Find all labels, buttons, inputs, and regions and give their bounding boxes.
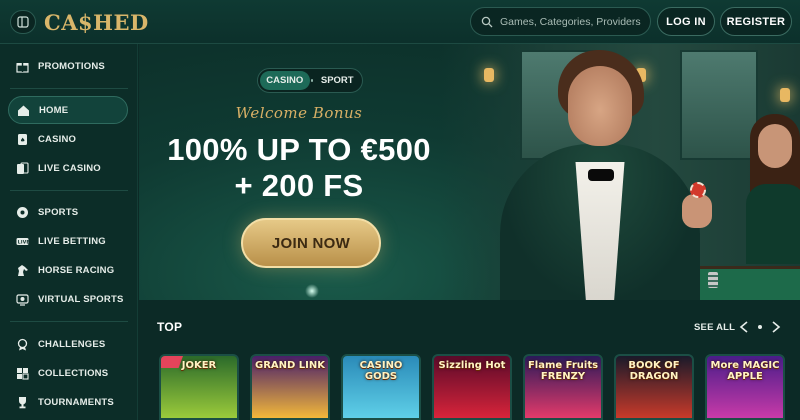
chevron-right-icon[interactable] xyxy=(768,320,782,334)
live-icon: LIVE xyxy=(16,235,29,248)
sidebar-item-label: SPORTS xyxy=(38,206,79,218)
sidebar-item-casino[interactable]: ♠ CASINO xyxy=(8,125,128,153)
sidebar-item-label: COLLECTIONS xyxy=(38,367,109,379)
sidebar-item-horse-racing[interactable]: HORSE RACING xyxy=(8,256,128,284)
lamp-decoration xyxy=(780,88,790,102)
game-title: Flame Fruits FRENZY xyxy=(527,360,599,382)
toggle-sport[interactable]: SPORT xyxy=(314,71,360,90)
cards-icon: ♠ xyxy=(16,133,29,146)
divider xyxy=(10,321,128,322)
toggle-casino[interactable]: CASINO xyxy=(260,71,310,90)
divider xyxy=(10,190,128,191)
chip-stack xyxy=(708,272,718,288)
trophy-icon xyxy=(16,396,29,409)
sidebar-item-label: HORSE RACING xyxy=(38,264,115,276)
sidebar-item-home[interactable]: HOME xyxy=(8,96,128,124)
svg-text:♠: ♠ xyxy=(20,137,26,144)
sidebar-item-label: LIVE CASINO xyxy=(38,162,101,174)
sidebar-item-label: TOURNAMENTS xyxy=(38,396,114,408)
sidebar-item-label: CASINO xyxy=(38,133,77,145)
sidebar-item-challenges[interactable]: CHALLENGES xyxy=(8,330,128,358)
login-button[interactable]: LOG IN xyxy=(657,7,715,36)
top-bar: CA$HED LOG IN REGISTER xyxy=(0,0,800,44)
game-title: CASINO GODS xyxy=(359,360,403,382)
collection-icon xyxy=(16,367,29,380)
sidebar-toggle-button[interactable] xyxy=(10,10,36,34)
toggle-separator xyxy=(310,79,314,82)
register-button[interactable]: REGISTER xyxy=(720,7,792,36)
headline-line-2: + 200 FS xyxy=(234,168,364,203)
chevron-left-icon[interactable] xyxy=(738,320,752,334)
ball-icon xyxy=(16,206,29,219)
game-tile[interactable]: More MAGIC APPLE xyxy=(705,354,785,420)
medal-icon xyxy=(16,338,29,351)
virtual-icon xyxy=(16,293,29,306)
live-cards-icon xyxy=(16,161,29,175)
man-hand xyxy=(682,194,712,228)
bow-tie xyxy=(588,169,614,181)
welcome-bonus-title: Welcome Bonus xyxy=(235,104,363,122)
see-all-link[interactable]: SEE ALL xyxy=(694,322,735,333)
man-figure xyxy=(568,66,632,146)
woman-figure xyxy=(746,184,800,264)
headline-line-1: 100% UP TO €500 xyxy=(167,132,431,167)
sidebar-item-virtual-sports[interactable]: VIRTUAL SPORTS xyxy=(8,285,128,313)
carousel-nav xyxy=(738,318,782,336)
poker-chip-icon xyxy=(690,182,706,198)
sidebar-item-sports[interactable]: SPORTS xyxy=(8,198,128,226)
game-title: GRAND LINK xyxy=(254,360,325,371)
search-icon xyxy=(481,16,493,27)
sidebar-item-collections[interactable]: COLLECTIONS xyxy=(8,359,128,387)
sidebar-item-promotions[interactable]: PROMOTIONS xyxy=(8,52,128,80)
sidebar-item-label: HOME xyxy=(39,104,69,116)
logo[interactable]: CA$HED xyxy=(44,8,149,36)
bonus-headline: 100% UP TO €500 + 200 FS xyxy=(139,132,459,204)
window-decoration xyxy=(680,50,758,160)
section-title-top: TOP xyxy=(157,320,183,334)
svg-text:LIVE: LIVE xyxy=(18,239,29,245)
search-box[interactable] xyxy=(470,7,651,36)
game-tile[interactable]: Sizzling Hot xyxy=(432,354,512,420)
hero-illustration xyxy=(440,44,800,300)
game-tile[interactable]: BOOK OF DRAGON xyxy=(614,354,694,420)
home-icon xyxy=(17,104,30,117)
sidebar-item-label: VIRTUAL SPORTS xyxy=(38,293,124,305)
game-title: More MAGIC APPLE xyxy=(710,360,780,382)
casino-sport-toggle[interactable]: CASINO SPORT xyxy=(257,68,363,93)
lamp-decoration xyxy=(484,68,494,82)
sidebar-item-label: LIVE BETTING xyxy=(38,235,106,247)
game-tile[interactable]: Flame Fruits FRENZY xyxy=(523,354,603,420)
sidebar-item-label: PROMOTIONS xyxy=(38,60,105,72)
panel-icon xyxy=(17,16,29,28)
woman-figure xyxy=(758,124,792,168)
divider xyxy=(10,88,128,89)
game-tile[interactable]: GRAND LINK xyxy=(250,354,330,420)
sidebar-item-live-betting[interactable]: LIVE LIVE BETTING xyxy=(8,227,128,255)
horse-icon xyxy=(16,264,29,277)
game-title: Sizzling Hot xyxy=(438,360,506,371)
sparkle-decoration xyxy=(305,284,319,298)
sidebar-item-tournaments[interactable]: TOURNAMENTS xyxy=(8,388,128,416)
sidebar-item-label: CHALLENGES xyxy=(38,338,106,350)
game-tile[interactable]: CASINO GODS xyxy=(341,354,421,420)
hero-banner: CASINO SPORT Welcome Bonus 100% UP TO €5… xyxy=(139,44,800,300)
game-tile[interactable]: JOKER xyxy=(159,354,239,420)
carousel-dot xyxy=(758,325,762,329)
game-title: BOOK OF DRAGON xyxy=(628,360,680,382)
join-now-button[interactable]: JOIN NOW xyxy=(241,218,381,268)
search-input[interactable] xyxy=(500,15,650,28)
gift-icon xyxy=(16,60,29,73)
sidebar-item-live-casino[interactable]: LIVE CASINO xyxy=(8,154,128,182)
game-title: JOKER xyxy=(181,360,217,371)
sidebar: PROMOTIONS HOME ♠ CASINO LIVE CASINO SPO… xyxy=(0,44,138,420)
